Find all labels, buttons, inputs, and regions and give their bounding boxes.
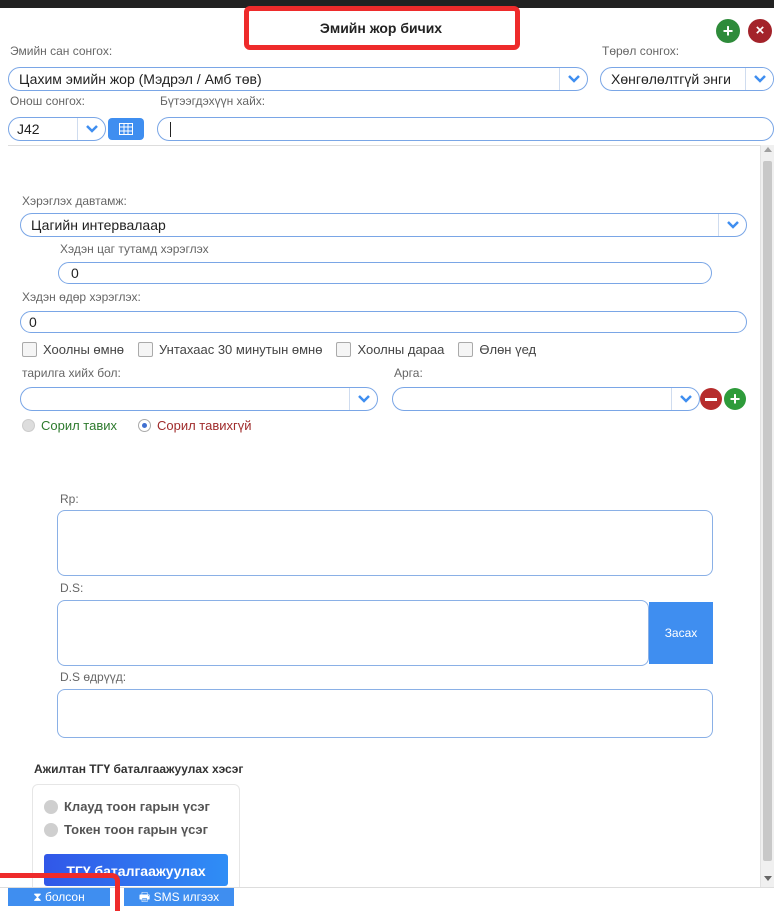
minus-icon bbox=[705, 397, 717, 401]
chevron-down-icon bbox=[745, 68, 773, 90]
frequency-label: Хэрэглэх давтамж: bbox=[22, 194, 127, 208]
ds-label: D.S: bbox=[60, 581, 84, 595]
plus-icon: + bbox=[729, 389, 741, 409]
chevron-down-icon bbox=[559, 68, 587, 90]
product-search-label: Бүтээгдэхүүн хайх: bbox=[160, 94, 266, 108]
ds-textarea[interactable] bbox=[57, 600, 649, 666]
radio-circle[interactable] bbox=[22, 419, 35, 432]
ds-days-textarea[interactable] bbox=[57, 689, 713, 738]
pharmacy-select-value: Цахим эмийн жор (Мэдрэл / Амб төв) bbox=[19, 71, 262, 87]
radio-circle[interactable] bbox=[44, 822, 58, 837]
pharmacy-label: Эмийн сан сонгох: bbox=[10, 44, 113, 58]
method-label: Арга: bbox=[394, 366, 423, 380]
checkbox-fasting[interactable]: Өлөн үед bbox=[458, 342, 536, 357]
cloud-signature-option[interactable]: Клауд тоон гарын үсэг bbox=[44, 799, 210, 814]
pharmacy-select[interactable]: Цахим эмийн жор (Мэдрэл / Амб төв) bbox=[8, 67, 588, 91]
frequency-select[interactable]: Цагийн интервалаар bbox=[20, 213, 747, 237]
edit-button[interactable]: Засах bbox=[649, 602, 713, 664]
add-method-button[interactable]: + bbox=[724, 388, 746, 410]
days-input[interactable]: 0 bbox=[20, 311, 747, 333]
type-select-value: Хөнгөлөлтгүй энги bbox=[611, 71, 731, 87]
hours-input[interactable]: 0 bbox=[58, 262, 712, 284]
type-label: Төрөл сонгох: bbox=[602, 44, 680, 58]
checkbox-after-meal[interactable]: Хоолны дараа bbox=[336, 342, 444, 357]
rp-textarea[interactable] bbox=[57, 510, 713, 576]
chevron-down-icon bbox=[671, 388, 699, 410]
text-cursor bbox=[170, 121, 171, 137]
verification-title: Ажилтан ТГҮ баталгаажуулах хэсэг bbox=[34, 762, 244, 776]
token-signature-option[interactable]: Токен тоон гарын үсэг bbox=[44, 822, 208, 837]
title-highlight-box bbox=[244, 6, 520, 50]
type-select[interactable]: Хөнгөлөлтгүй энги bbox=[600, 67, 774, 91]
radio-circle-selected[interactable] bbox=[138, 419, 151, 432]
radio-circle[interactable] bbox=[44, 799, 58, 814]
chevron-down-icon bbox=[718, 214, 746, 236]
checkbox-before-meal[interactable]: Хоолны өмнө bbox=[22, 342, 124, 357]
chevron-down-icon bbox=[77, 118, 105, 140]
injection-select[interactable] bbox=[20, 387, 378, 411]
scrollbar-down-arrow[interactable] bbox=[764, 876, 772, 881]
close-icon[interactable]: × bbox=[748, 19, 772, 43]
printer-icon: 🖶 bbox=[138, 890, 151, 904]
checkbox-box[interactable] bbox=[138, 342, 153, 357]
scrollbar[interactable] bbox=[760, 145, 774, 887]
table-grid-icon bbox=[119, 123, 133, 135]
checkbox-box[interactable] bbox=[22, 342, 37, 357]
remove-method-button[interactable] bbox=[700, 388, 722, 410]
scrollbar-up-arrow[interactable] bbox=[764, 147, 772, 152]
diagnosis-select[interactable]: J42 bbox=[8, 117, 106, 141]
injection-label: тарилга хийх бол: bbox=[22, 366, 121, 380]
add-icon[interactable]: + bbox=[716, 19, 740, 43]
radio-no-test[interactable]: Сорил тавихгүй bbox=[138, 418, 252, 433]
ds-days-label: D.S өдрүүд: bbox=[60, 670, 127, 684]
table-grid-button[interactable] bbox=[108, 118, 144, 140]
days-label: Хэдэн өдөр хэрэглэх: bbox=[22, 290, 141, 304]
diagnosis-select-value: J42 bbox=[17, 121, 40, 137]
checkbox-box[interactable] bbox=[458, 342, 474, 357]
frequency-select-value: Цагийн интервалаар bbox=[31, 217, 166, 233]
diagnosis-label: Онош сонгох: bbox=[10, 94, 86, 108]
product-search-input[interactable] bbox=[157, 117, 774, 141]
scrollbar-thumb[interactable] bbox=[763, 161, 772, 861]
rp-label: Rp: bbox=[60, 492, 79, 506]
meal-timing-checkboxes: Хоолны өмнө Унтахаас 30 минутын өмнө Хоо… bbox=[22, 342, 550, 357]
checkbox-box[interactable] bbox=[336, 342, 352, 357]
checkbox-before-sleep[interactable]: Унтахаас 30 минутын өмнө bbox=[138, 342, 322, 357]
done-highlight-box bbox=[0, 873, 120, 911]
hours-label: Хэдэн цаг тутамд хэрэглэх bbox=[60, 242, 209, 256]
radio-test[interactable]: Сорил тавих bbox=[22, 418, 117, 433]
method-select[interactable] bbox=[392, 387, 700, 411]
chevron-down-icon bbox=[349, 388, 377, 410]
sms-button[interactable]: 🖶 SMS илгээх bbox=[124, 888, 234, 906]
